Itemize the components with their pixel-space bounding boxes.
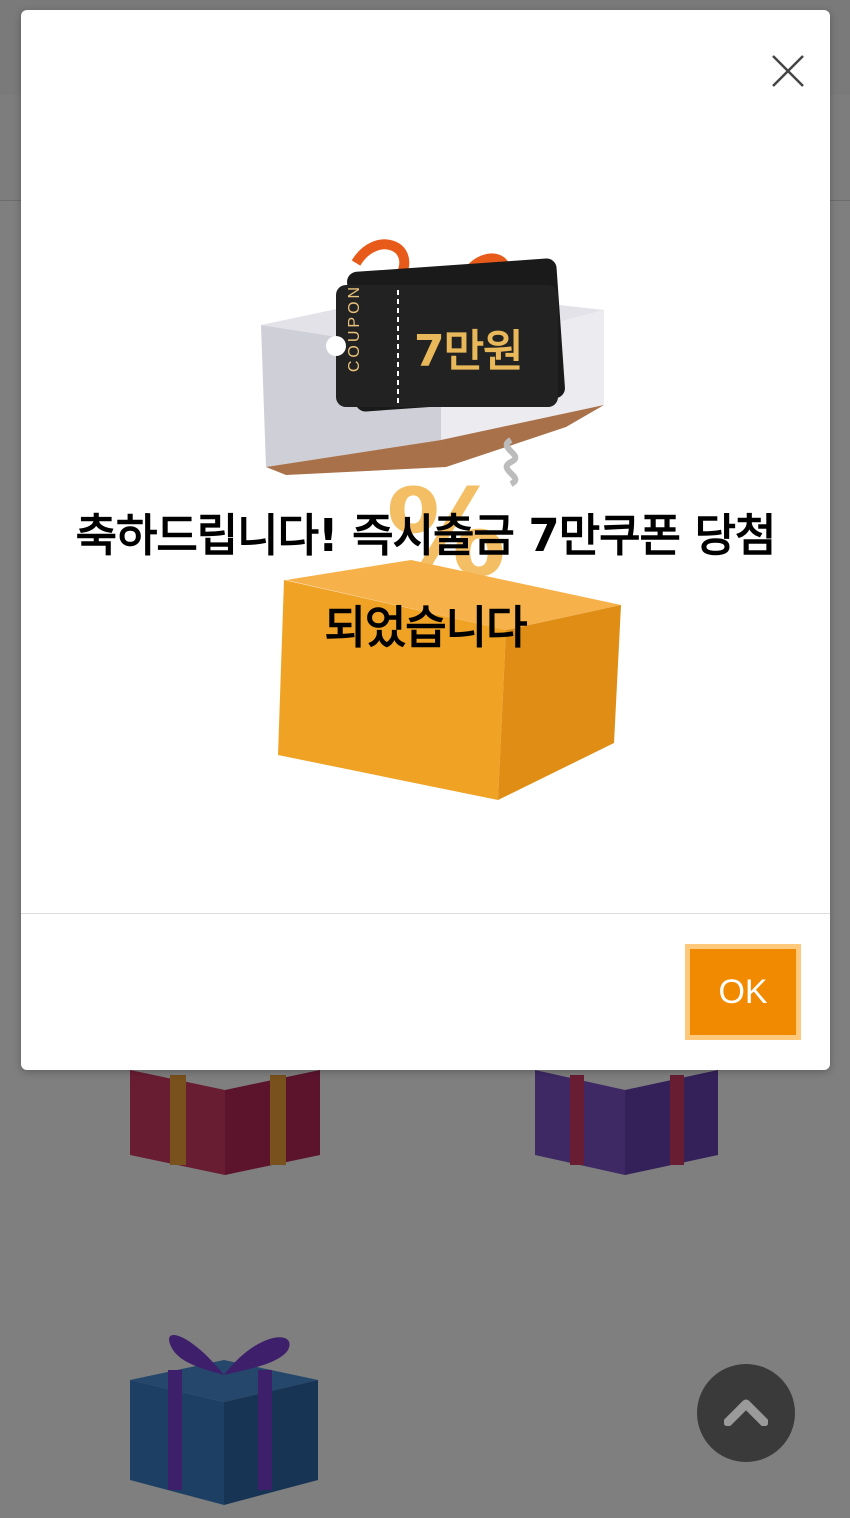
page: % COUPON 7만원 축하드립니다! 즉시출금 7만쿠폰 당첨 되었습니다 … bbox=[0, 0, 850, 1518]
close-button[interactable] bbox=[757, 42, 819, 104]
prize-message-line2: 되었습니다 bbox=[324, 601, 527, 654]
prize-message-line1: 축하드립니다! 즉시출금 7만쿠폰 당첨 bbox=[75, 509, 777, 562]
ok-button[interactable]: OK bbox=[685, 944, 801, 1040]
close-icon bbox=[770, 53, 806, 93]
chevron-up-icon bbox=[723, 1396, 769, 1430]
scroll-top-button[interactable] bbox=[697, 1364, 795, 1462]
coupon-side-label: COUPON bbox=[346, 283, 363, 373]
dialog-divider bbox=[21, 913, 830, 914]
coupon-amount: 7만원 bbox=[414, 326, 524, 377]
prize-dialog: % COUPON 7만원 축하드립니다! 즉시출금 7만쿠폰 당첨 되었습니다 … bbox=[21, 10, 830, 1070]
prize-message: 축하드립니다! 즉시출금 7만쿠폰 당첨 되었습니다 bbox=[21, 490, 830, 674]
